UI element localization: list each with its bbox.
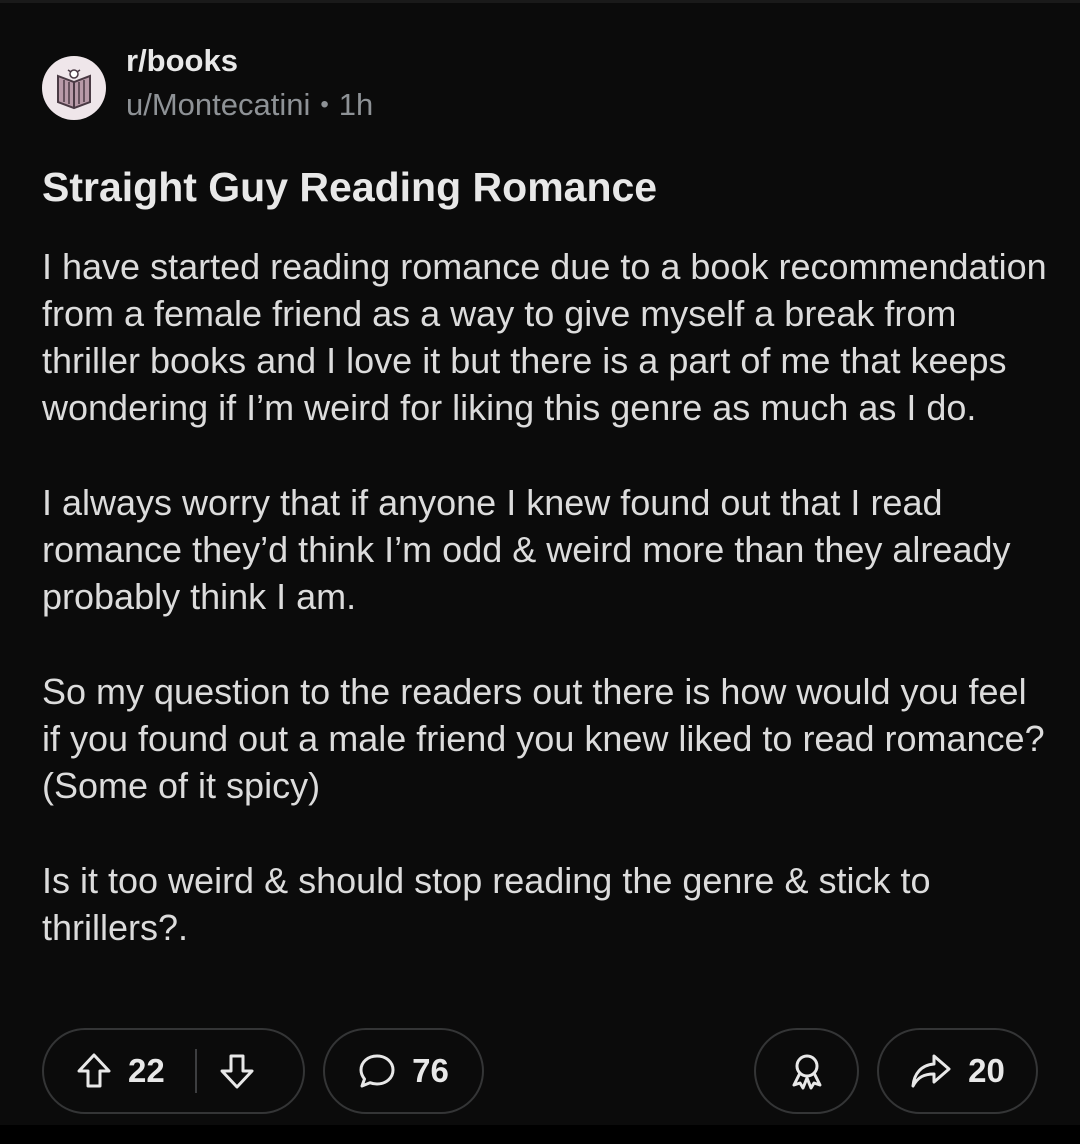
- author-name[interactable]: u/Montecatini: [126, 85, 310, 125]
- post-header: r/books u/Montecatini • 1h: [42, 43, 373, 125]
- post-age: 1h: [338, 87, 374, 122]
- bottom-edge: [0, 1125, 1080, 1144]
- comments-button[interactable]: 76: [323, 1028, 484, 1114]
- vote-control: 22: [42, 1028, 305, 1114]
- body-paragraph: I have started reading romance due to a …: [42, 246, 1047, 428]
- speech-bubble-icon: [358, 1052, 396, 1090]
- share-arrow-icon: [910, 1052, 952, 1090]
- share-button[interactable]: 20: [877, 1028, 1038, 1114]
- body-paragraph: So my question to the readers out there …: [42, 671, 1045, 806]
- author-line: u/Montecatini • 1h: [126, 85, 373, 125]
- action-bar: 22 76 20: [42, 1028, 1038, 1118]
- meta-separator: •: [320, 91, 329, 118]
- body-paragraph: Is it too weird & should stop reading th…: [42, 860, 931, 948]
- post-title[interactable]: Straight Guy Reading Romance: [42, 161, 1042, 213]
- subreddit-avatar[interactable]: [42, 56, 106, 120]
- body-paragraph: I always worry that if anyone I knew fou…: [42, 482, 1011, 617]
- award-ribbon-icon: [788, 1051, 826, 1091]
- book-icon: [57, 69, 91, 110]
- comment-count: 76: [412, 1052, 449, 1089]
- post-card: r/books u/Montecatini • 1h Straight Guy …: [0, 0, 1080, 1125]
- share-count: 20: [968, 1052, 1005, 1089]
- vote-divider: [194, 1049, 197, 1093]
- post-meta: r/books u/Montecatini • 1h: [126, 43, 373, 125]
- subreddit-name[interactable]: r/books: [126, 43, 373, 79]
- arrow-down-icon[interactable]: [219, 1052, 255, 1090]
- arrow-up-icon[interactable]: [76, 1052, 112, 1090]
- post-body: I have started reading romance due to a …: [42, 243, 1052, 999]
- award-button[interactable]: [754, 1028, 859, 1114]
- upvote-count: 22: [128, 1052, 165, 1089]
